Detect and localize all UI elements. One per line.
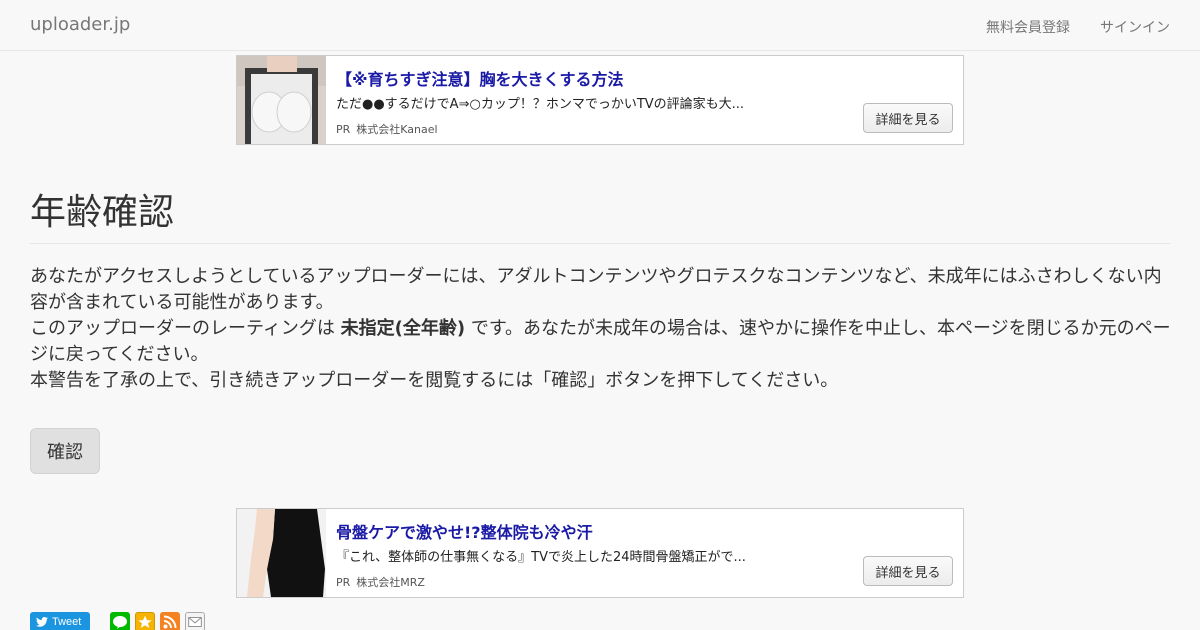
ad-thumbnail[interactable] (237, 509, 326, 597)
twitter-bird-icon (36, 617, 48, 627)
nav-links: 無料会員登録 サインイン (986, 17, 1170, 37)
navbar: uploader.jp 無料会員登録 サインイン (0, 0, 1200, 51)
rss-icon[interactable] (160, 612, 180, 630)
confirm-button[interactable]: 確認 (30, 428, 100, 474)
ad-description: 『これ、整体師の仕事無くなる』TVで炎上した24時間骨盤矯正がで... (336, 550, 746, 565)
ad-banner-bottom[interactable]: 骨盤ケアで激やせ!?整体院も冷や汗 『これ、整体師の仕事無くなる』TVで炎上した… (236, 508, 964, 598)
tweet-label: Tweet (52, 616, 82, 628)
ad-details-button[interactable]: 詳細を見る (863, 103, 953, 133)
ad-pr-label: PR (336, 123, 351, 136)
ad-meta: PR 株式会社MRZ (336, 574, 425, 590)
bookmark-star-icon[interactable] (135, 612, 155, 630)
brand-link[interactable]: uploader.jp (30, 14, 130, 35)
register-link[interactable]: 無料会員登録 (986, 17, 1070, 37)
rating-value: 未指定(全年齢) (340, 318, 466, 339)
ad-title[interactable]: 骨盤ケアで激やせ!?整体院も冷や汗 (336, 519, 593, 543)
ad-thumbnail[interactable] (237, 56, 326, 144)
ad-details-button[interactable]: 詳細を見る (863, 556, 953, 586)
ad-pr-label: PR (336, 576, 351, 589)
rating-prefix: このアップローダーのレーティングは (30, 318, 341, 339)
page-title: 年齢確認 (30, 192, 175, 233)
warning-paragraph-2: このアップローダーのレーティングは 未指定(全年齢) です。あなたが未成年の場合… (30, 316, 1175, 368)
ad-advertiser: 株式会社Kanael (356, 123, 438, 136)
signin-link[interactable]: サインイン (1100, 17, 1170, 37)
ad-title[interactable]: 【※育ちすぎ注意】胸を大きくする方法 (336, 66, 624, 90)
ad-banner-top[interactable]: 【※育ちすぎ注意】胸を大きくする方法 ただ●●するだけでA⇒○カップ！？ホンマで… (236, 55, 964, 145)
ad-description: ただ●●するだけでA⇒○カップ！？ホンマでっかいTVの評論家も大... (336, 97, 745, 112)
tweet-button[interactable]: Tweet (30, 612, 90, 630)
warning-paragraph-1: あなたがアクセスしようとしているアップローダーには、アダルトコンテンツやグロテス… (30, 266, 1162, 313)
line-share-icon[interactable] (110, 612, 130, 630)
mail-icon[interactable] (185, 612, 205, 630)
age-warning-text: あなたがアクセスしようとしているアップローダーには、アダルトコンテンツやグロテス… (30, 264, 1175, 394)
warning-paragraph-3: 本警告を了承の上で、引き続きアップローダーを閲覧するには「確認」ボタンを押下して… (30, 370, 839, 391)
ad-advertiser: 株式会社MRZ (356, 576, 425, 589)
ad-meta: PR 株式会社Kanael (336, 121, 438, 137)
title-divider (30, 243, 1170, 244)
